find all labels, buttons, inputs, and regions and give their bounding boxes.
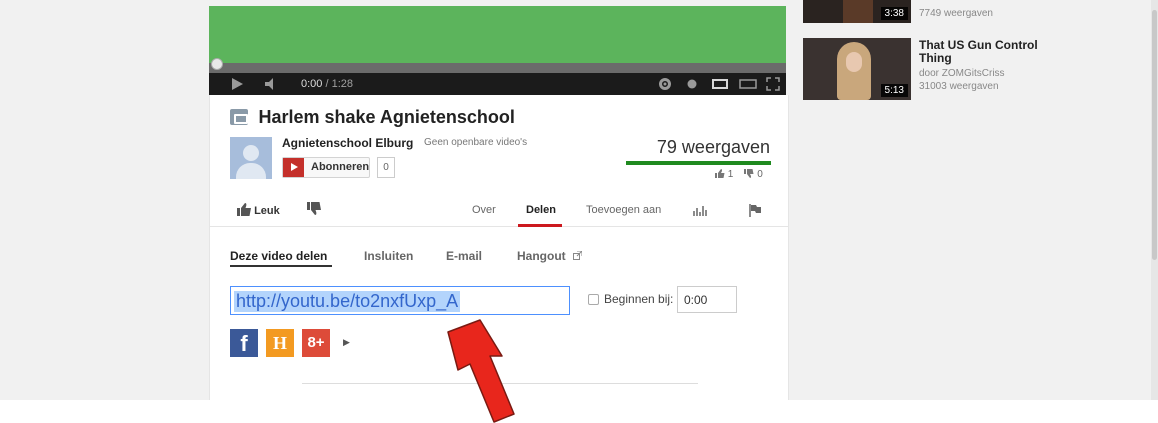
channel-avatar[interactable] <box>230 137 272 179</box>
channel-name-link[interactable]: Agnietenschool Elburg <box>282 136 413 150</box>
report-flag-icon[interactable] <box>749 204 761 217</box>
page-bottom-strip <box>0 400 1158 423</box>
fullscreen-icon[interactable] <box>766 77 780 91</box>
large-player-icon[interactable] <box>739 79 757 89</box>
video-player[interactable]: 0:00 / 1:28 <box>209 6 786 95</box>
thumbs-up-icon <box>715 169 725 178</box>
subscribe-button[interactable]: Abonneren <box>282 157 370 178</box>
thumbs-down-icon <box>744 169 754 178</box>
page-scrollbar[interactable] <box>1151 0 1158 400</box>
dislike-count: 0 <box>757 169 763 180</box>
progress-bar[interactable] <box>209 63 786 73</box>
sidebar-video-title[interactable]: That US Gun Control Thing <box>919 39 1049 65</box>
start-time-input[interactable]: 0:00 <box>677 286 737 313</box>
active-subtab-underline <box>230 265 332 267</box>
player-controls: 0:00 / 1:28 <box>209 73 786 95</box>
subtab-embed[interactable]: Insluiten <box>364 249 413 263</box>
like-count: 1 <box>727 169 734 180</box>
progress-handle[interactable] <box>211 58 223 70</box>
external-link-icon <box>573 250 583 260</box>
hyves-share-button[interactable]: H <box>266 329 294 357</box>
annotations-icon[interactable] <box>687 79 697 89</box>
volume-icon[interactable] <box>265 78 279 90</box>
like-button[interactable]: Leuk <box>237 203 280 217</box>
channel-private-note: Geen openbare video's <box>424 137 528 148</box>
annotation-arrow-icon <box>447 319 515 423</box>
start-at-label: Beginnen bij: <box>604 292 674 306</box>
action-bar: Leuk Over Delen Toevoegen aan <box>210 195 788 227</box>
time-display: 0:00 / 1:28 <box>301 78 353 90</box>
sidebar-views: 31003 weergaven <box>919 81 999 92</box>
like-label: Leuk <box>254 205 280 217</box>
time-separator: / <box>322 78 332 90</box>
share-url-input[interactable]: http://youtu.be/to2nxfUxp_A <box>230 286 570 315</box>
like-dislike-counts: 1 0 <box>715 169 763 180</box>
time-current: 0:00 <box>301 78 323 90</box>
small-player-icon[interactable] <box>712 79 728 89</box>
play-icon[interactable] <box>231 78 243 90</box>
start-at-checkbox[interactable] <box>588 294 599 305</box>
thumbs-up-icon <box>237 203 251 216</box>
time-total: 1:28 <box>331 78 354 90</box>
like-ratio-bar <box>626 161 771 165</box>
scrollbar-thumb[interactable] <box>1152 10 1157 260</box>
youtube-play-icon <box>283 158 304 177</box>
channel-separator: · <box>397 137 401 148</box>
subscriber-count: 0 <box>377 157 395 178</box>
sidebar-author: door ZOMGitsCriss <box>919 68 1005 79</box>
subtab-share-video[interactable]: Deze video delen <box>230 249 327 263</box>
sidebar-views: 7749 weergaven <box>919 8 993 19</box>
settings-gear-icon[interactable] <box>658 77 672 91</box>
hangout-label: Hangout <box>517 249 566 263</box>
like-ratio-fill <box>626 161 771 165</box>
video-title: Harlem shake Agnietenschool <box>258 107 515 127</box>
tab-toevoegen-aan[interactable]: Toevoegen aan <box>586 204 661 216</box>
video-surface[interactable] <box>209 6 786 63</box>
tab-delen[interactable]: Delen <box>526 204 556 216</box>
share-url-text[interactable]: http://youtu.be/to2nxfUxp_A <box>234 291 461 312</box>
subtab-hangout[interactable]: Hangout <box>517 249 583 263</box>
title-row: Harlem shake Agnietenschool <box>230 107 515 128</box>
subscribe-label: Abonneren <box>311 161 370 173</box>
active-tab-underline <box>518 224 562 227</box>
sidebar-thumb-2[interactable]: 5:13 <box>803 38 911 100</box>
more-share-options-arrow-icon[interactable]: ▶ <box>343 337 350 348</box>
subtab-email[interactable]: E-mail <box>446 249 482 263</box>
tab-over[interactable]: Over <box>472 204 496 216</box>
sidebar-thumb-1[interactable]: 3:38 <box>803 0 911 23</box>
video-duration: 5:13 <box>880 84 908 97</box>
google-plus-share-button[interactable]: 8+ <box>302 329 330 357</box>
dislike-button-thumbs-down-icon[interactable] <box>307 202 321 215</box>
view-count: 79 weergaven <box>656 137 770 157</box>
video-duration: 3:38 <box>880 7 908 20</box>
facebook-share-button[interactable]: f <box>230 329 258 357</box>
unlisted-video-icon <box>230 109 248 125</box>
statistics-icon[interactable] <box>693 205 707 216</box>
